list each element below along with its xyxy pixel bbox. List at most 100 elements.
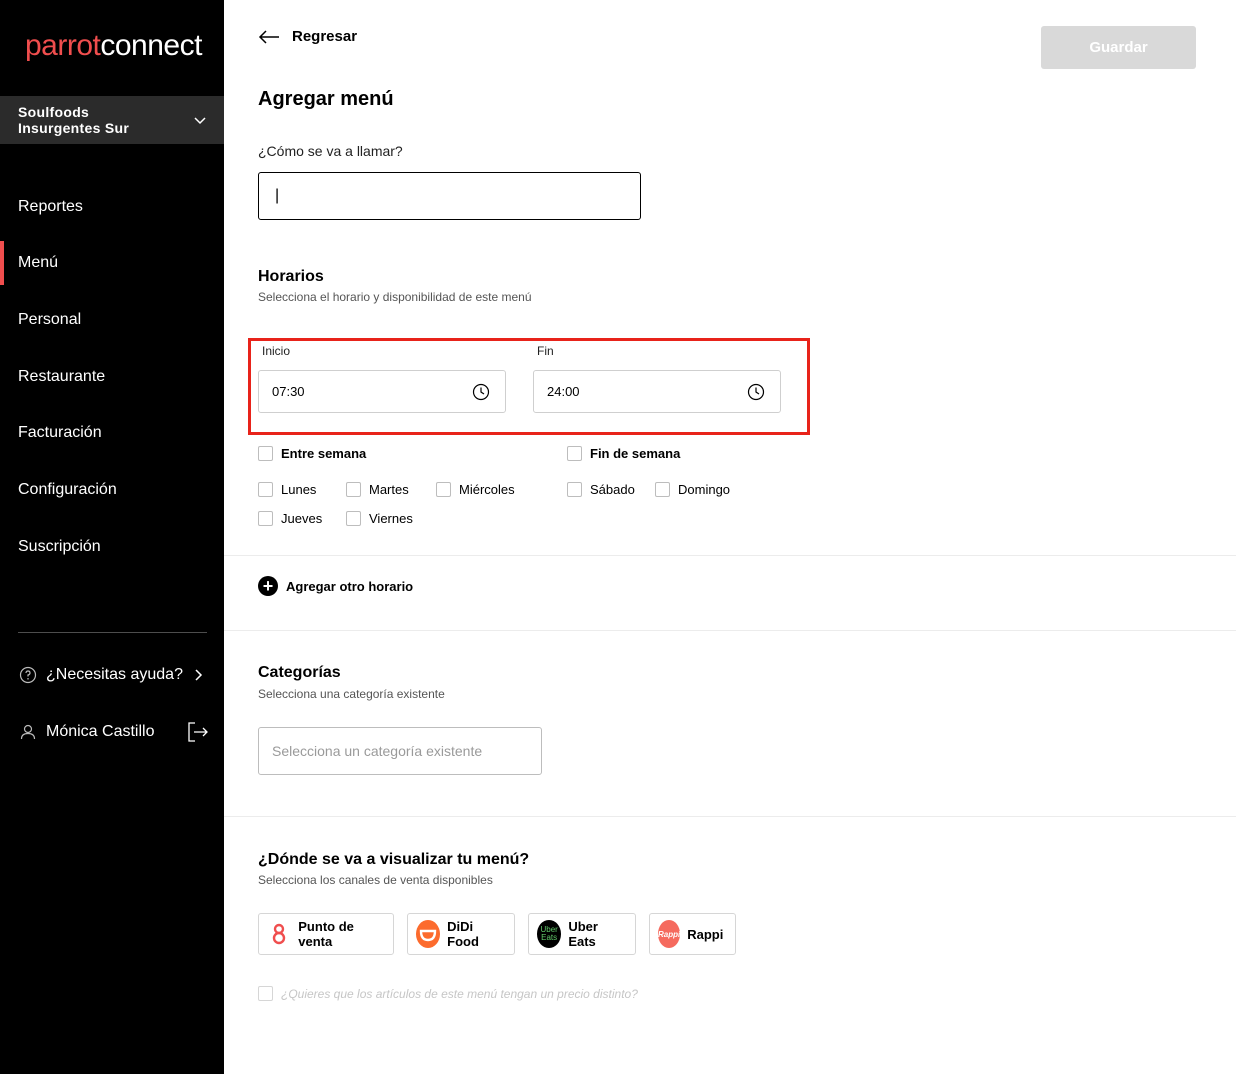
sidebar-item-facturacion[interactable]: Facturación <box>0 411 224 455</box>
rappi-icon: Rappi <box>658 920 681 948</box>
sidebar-item-suscripcion[interactable]: Suscripción <box>0 525 224 569</box>
sidebar-item-label: Facturación <box>18 424 102 441</box>
checkbox-box[interactable] <box>436 482 451 497</box>
checkbox-box[interactable] <box>567 482 582 497</box>
chevron-down-icon <box>194 117 206 125</box>
checkbox-box[interactable] <box>258 446 273 461</box>
parrotconnect-logo[interactable]: parrotconnect <box>25 28 202 64</box>
channel-label: Uber Eats <box>568 919 598 949</box>
uber-eats-icon: Uber Eats <box>537 920 562 948</box>
checkbox-label: Lunes <box>281 482 317 497</box>
day-checkbox-martes[interactable]: Martes <box>346 482 409 497</box>
add-schedule-button[interactable]: + Agregar otro horario <box>258 576 413 596</box>
end-time-label: Fin <box>537 344 554 358</box>
add-schedule-label: Agregar otro horario <box>286 578 414 594</box>
section-divider <box>224 816 1236 817</box>
start-time-input[interactable]: 07:30 <box>258 370 506 413</box>
plus-circle-icon: + <box>258 576 278 596</box>
back-button[interactable]: Regresar <box>258 28 357 45</box>
day-checkbox-viernes[interactable]: Viernes <box>346 511 413 526</box>
sidebar: parrotconnect Soulfoods Insurgentes Sur … <box>0 0 224 1074</box>
help-label: ¿Necesitas ayuda? <box>46 666 183 683</box>
start-time-label: Inicio <box>262 344 291 358</box>
channel-punto-de-venta[interactable]: Punto de venta <box>258 913 394 955</box>
menu-name-input[interactable]: | <box>258 172 641 220</box>
store-selector[interactable]: Soulfoods Insurgentes Sur <box>0 96 224 144</box>
schedule-title: Horarios <box>258 268 324 285</box>
page-title: Agregar menú <box>258 88 394 110</box>
sidebar-item-menu[interactable]: Menú <box>0 241 224 285</box>
different-price-checkbox[interactable]: ¿Quieres que los artículos de este menú … <box>258 986 638 1001</box>
sidebar-item-label: Menú <box>18 254 59 271</box>
start-time-value: 07:30 <box>272 384 305 399</box>
sidebar-item-configuracion[interactable]: Configuración <box>0 468 224 512</box>
sidebar-item-reportes[interactable]: Reportes <box>0 185 224 229</box>
day-checkbox-sabado[interactable]: Sábado <box>567 482 635 497</box>
store-name: Soulfoods Insurgentes Sur <box>18 104 130 136</box>
back-label: Regresar <box>292 28 358 45</box>
day-checkbox-jueves[interactable]: Jueves <box>258 511 322 526</box>
save-button[interactable]: Guardar <box>1041 26 1196 69</box>
sidebar-item-personal[interactable]: Personal <box>0 298 224 342</box>
didi-food-icon <box>416 920 441 948</box>
logo-part-2: connect <box>100 29 202 62</box>
user-icon <box>20 724 36 740</box>
checkbox-box[interactable] <box>258 986 273 1001</box>
main-content: Regresar Guardar Agregar menú ¿Cómo se v… <box>224 0 1236 1074</box>
sidebar-item-label: Reportes <box>18 198 83 215</box>
checkbox-label: Fin de semana <box>590 446 681 461</box>
chevron-right-icon <box>195 669 203 681</box>
day-checkbox-domingo[interactable]: Domingo <box>655 482 730 497</box>
uber-eats-icon-text: Uber Eats <box>540 925 558 942</box>
checkbox-box[interactable] <box>258 482 273 497</box>
checkbox-label: Sábado <box>590 482 635 497</box>
checkbox-label: ¿Quieres que los artículos de este menú … <box>281 986 638 1001</box>
sidebar-item-restaurante[interactable]: Restaurante <box>0 355 224 399</box>
channel-didi-food[interactable]: DiDi Food <box>407 913 515 955</box>
checkbox-box[interactable] <box>567 446 582 461</box>
clock-icon[interactable] <box>747 383 765 401</box>
channel-label: Punto de venta <box>298 919 354 949</box>
checkbox-label: Entre semana <box>281 446 367 461</box>
day-checkbox-miercoles[interactable]: Miércoles <box>436 482 515 497</box>
categories-subtitle: Selecciona una categoría existente <box>258 687 445 701</box>
user-name: Mónica Castillo <box>46 723 155 740</box>
weekdays-checkbox[interactable]: Entre semana <box>258 446 366 461</box>
category-placeholder: Selecciona un categoría existente <box>272 743 483 759</box>
channel-uber-eats[interactable]: Uber Eats Uber Eats <box>528 913 636 955</box>
checkbox-box[interactable] <box>655 482 670 497</box>
rappi-icon-text: Rappi <box>658 929 681 939</box>
channels-subtitle: Selecciona los canales de venta disponib… <box>258 873 493 887</box>
checkbox-label: Viernes <box>369 511 413 526</box>
end-time-value: 24:00 <box>547 384 580 399</box>
arrow-left-icon <box>258 29 279 44</box>
punto-de-venta-icon <box>267 920 291 948</box>
channels-title: ¿Dónde se va a visualizar tu menú? <box>258 851 530 868</box>
checkbox-box[interactable] <box>346 511 361 526</box>
checkbox-label: Miércoles <box>459 482 515 497</box>
user-profile[interactable]: Mónica Castillo <box>18 718 208 746</box>
category-select[interactable]: Selecciona un categoría existente <box>258 727 542 775</box>
sidebar-item-label: Configuración <box>18 481 117 498</box>
clock-icon[interactable] <box>472 383 490 401</box>
text-cursor: | <box>275 187 280 204</box>
question-circle-icon <box>19 666 37 684</box>
schedule-subtitle: Selecciona el horario y disponibilidad d… <box>258 290 532 304</box>
logout-icon[interactable] <box>186 720 210 744</box>
weekend-checkbox[interactable]: Fin de semana <box>567 446 680 461</box>
channel-label: DiDi Food <box>447 919 479 949</box>
checkbox-box[interactable] <box>258 511 273 526</box>
name-field-label: ¿Cómo se va a llamar? <box>258 143 403 159</box>
channel-label: Rappi <box>687 926 724 942</box>
checkbox-box[interactable] <box>346 482 361 497</box>
sidebar-item-label: Suscripción <box>18 538 101 555</box>
channel-rappi[interactable]: Rappi Rappi <box>649 913 736 955</box>
end-time-input[interactable]: 24:00 <box>533 370 781 413</box>
sidebar-item-label: Personal <box>18 311 82 328</box>
section-divider <box>224 555 1236 556</box>
sidebar-divider <box>18 632 207 633</box>
help-link[interactable]: ¿Necesitas ayuda? <box>18 661 208 689</box>
sidebar-item-label: Restaurante <box>18 368 106 385</box>
day-checkbox-lunes[interactable]: Lunes <box>258 482 316 497</box>
checkbox-label: Jueves <box>281 511 323 526</box>
